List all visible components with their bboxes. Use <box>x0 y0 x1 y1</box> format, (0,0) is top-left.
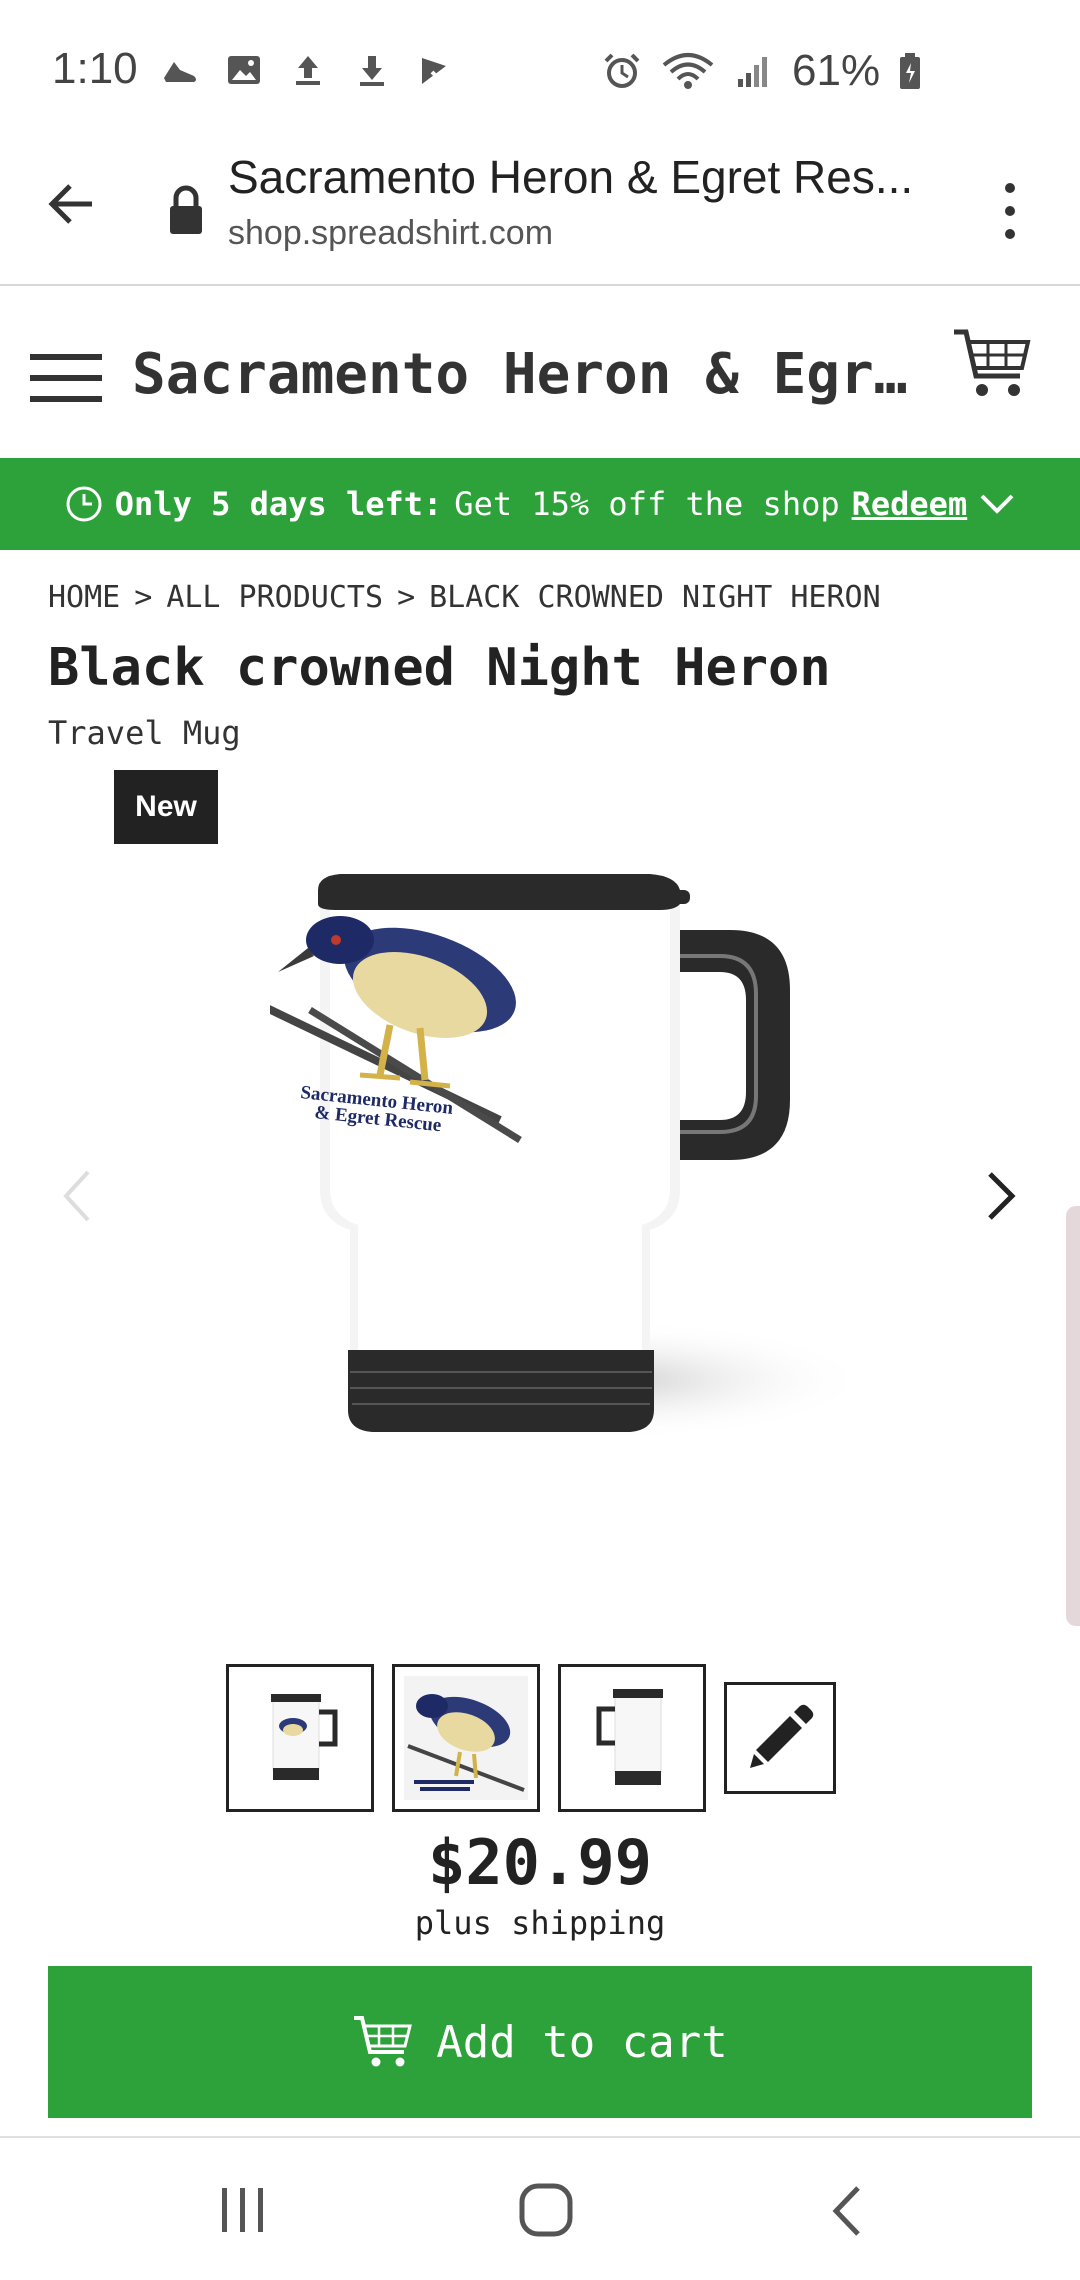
wifi-icon <box>662 53 714 89</box>
url-domain[interactable]: shop.spreadshirt.com <box>228 214 553 253</box>
shoe-icon <box>164 62 196 82</box>
download-icon <box>360 56 384 86</box>
shop-header: Sacramento Heron & Egret … <box>0 288 1080 458</box>
add-to-cart-button[interactable]: Add to cart <box>48 1966 1032 2118</box>
product-title: Black crowned Night Heron <box>48 638 831 698</box>
check-flag-icon <box>422 58 454 84</box>
more-options-icon[interactable] <box>990 176 1030 246</box>
chevron-down-icon[interactable] <box>979 491 1015 517</box>
system-icons: 61% <box>602 46 922 96</box>
breadcrumb: HOME > ALL PRODUCTS > BLACK CROWNED NIGH… <box>48 580 881 615</box>
product-type: Travel Mug <box>48 714 241 752</box>
thumbnail-mug-back[interactable] <box>558 1664 706 1812</box>
breadcrumb-separator: > <box>397 580 416 615</box>
status-bar: 1:10 61% <box>0 0 1080 140</box>
system-nav-bar <box>0 2138 1080 2280</box>
page-title[interactable]: Sacramento Heron & Egret Res... <box>228 150 928 204</box>
back-icon[interactable] <box>826 2182 866 2240</box>
browser-url-bar: Sacramento Heron & Egret Res... shop.spr… <box>0 140 1080 286</box>
promo-banner[interactable]: Only 5 days left: Get 15% off the shop R… <box>0 458 1080 550</box>
upload-icon <box>296 56 320 85</box>
edit-design-button[interactable] <box>724 1682 836 1794</box>
shop-title[interactable]: Sacramento Heron & Egret … <box>132 342 922 407</box>
breadcrumb-separator: > <box>134 580 153 615</box>
thumbnail-strip <box>226 1664 836 1812</box>
alarm-icon <box>604 53 640 88</box>
breadcrumb-current: BLACK CROWNED NIGHT HERON <box>429 580 881 615</box>
add-to-cart-label: Add to cart <box>436 2016 728 2068</box>
design-thumb <box>404 1676 528 1800</box>
thumbnail-mug-front[interactable] <box>226 1664 374 1812</box>
lock-icon <box>170 185 202 234</box>
price-note: plus shipping <box>414 1904 666 1942</box>
new-badge: New <box>114 770 218 844</box>
redeem-link[interactable]: Redeem <box>852 485 968 523</box>
product-price: $20.99 <box>428 1826 652 1899</box>
home-icon[interactable] <box>518 2182 574 2238</box>
breadcrumb-home[interactable]: HOME <box>48 580 120 615</box>
signal-icon <box>738 57 767 87</box>
back-arrow-icon[interactable] <box>42 174 102 234</box>
thumbnail-design[interactable] <box>392 1664 540 1812</box>
promo-text: Get 15% off the shop <box>454 485 840 523</box>
cart-icon <box>354 2016 413 2067</box>
next-image-icon[interactable] <box>982 1166 1022 1226</box>
previous-image-icon[interactable] <box>56 1166 96 1226</box>
edit-pencil-icon <box>750 1704 814 1768</box>
status-time: 1:10 <box>52 44 138 93</box>
battery-percent: 61% <box>792 46 881 95</box>
promo-deadline: Only 5 days left: <box>114 485 443 523</box>
page-scrollbar[interactable] <box>1066 1206 1080 1626</box>
breadcrumb-all-products[interactable]: ALL PRODUCTS <box>166 580 383 615</box>
mug-front-thumb <box>271 1694 338 1780</box>
product-image-travel-mug[interactable]: Sacramento Heron & Egret Rescue <box>270 860 910 1520</box>
cart-icon[interactable] <box>952 326 1032 402</box>
notification-icons <box>160 50 456 90</box>
battery-icon <box>900 53 921 89</box>
clock-icon <box>66 486 102 522</box>
mug-back-thumb <box>596 1689 663 1785</box>
image-icon <box>228 56 260 84</box>
recent-apps-icon[interactable] <box>218 2184 268 2236</box>
menu-icon[interactable] <box>28 350 104 406</box>
